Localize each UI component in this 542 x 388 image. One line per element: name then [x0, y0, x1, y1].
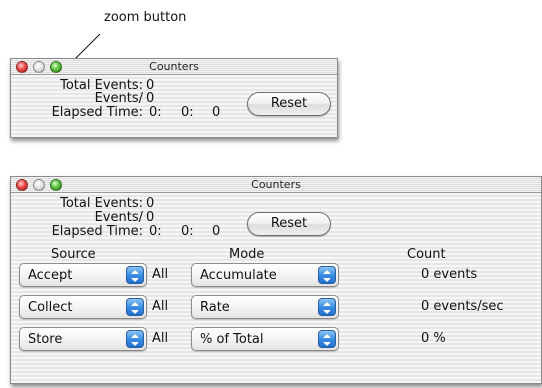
reset-button[interactable]: Reset [247, 92, 331, 116]
column-header-mode: Mode [229, 247, 265, 262]
total-events-value: 0 [146, 196, 155, 211]
source-all-label: All [152, 331, 169, 346]
title-bar[interactable]: Counters [11, 59, 337, 75]
count-value: 0 events/sec [421, 299, 504, 314]
title-bar[interactable]: Counters [11, 177, 541, 193]
source-popup-store[interactable]: Store [19, 327, 147, 351]
mode-popup-value: % of Total [200, 332, 264, 347]
mode-popup-percent-of-total[interactable]: % of Total [191, 327, 339, 351]
count-value: 0 events [421, 267, 478, 282]
source-popup-value: Accept [28, 268, 73, 283]
window-title: Counters [149, 60, 199, 73]
mode-popup-accumulate[interactable]: Accumulate [191, 263, 339, 287]
elapsed-minutes: 0: [181, 105, 194, 120]
column-header-count: Count [407, 247, 446, 262]
source-popup-collect[interactable]: Collect [19, 295, 147, 319]
source-popup-value: Store [28, 332, 63, 347]
source-popup-accept[interactable]: Accept [19, 263, 147, 287]
source-popup-value: Collect [28, 300, 73, 315]
column-header-source: Source [51, 247, 96, 262]
mode-popup-rate[interactable]: Rate [191, 295, 339, 319]
popup-arrows-icon [318, 330, 336, 348]
counters-window-small: Counters Total Events: 0 Events/ 0 Elaps… [10, 58, 338, 138]
elapsed-seconds: 0 [212, 105, 221, 120]
popup-arrows-icon [318, 298, 336, 316]
zoom-button-callout: zoom button [104, 10, 187, 25]
counters-window-large: Counters Total Events: 0 Events/ 0 Elaps… [10, 176, 542, 384]
popup-arrows-icon [126, 266, 144, 284]
reset-button[interactable]: Reset [247, 212, 331, 236]
source-all-label: All [152, 299, 169, 314]
elapsed-hours: 0: [149, 105, 162, 120]
source-all-label: All [152, 267, 169, 282]
popup-arrows-icon [126, 298, 144, 316]
events-per-value: 0 [146, 210, 155, 225]
elapsed-hours: 0: [149, 224, 162, 239]
elapsed-seconds: 0 [212, 224, 221, 239]
elapsed-time-label: Elapsed Time: [51, 224, 143, 239]
popup-arrows-icon [126, 330, 144, 348]
popup-arrows-icon [318, 266, 336, 284]
mode-popup-value: Accumulate [200, 268, 277, 283]
count-value: 0 % [421, 331, 446, 346]
window-title: Counters [251, 178, 301, 191]
mode-popup-value: Rate [200, 300, 230, 315]
events-per-value: 0 [146, 91, 155, 106]
elapsed-time-label: Elapsed Time: [51, 105, 143, 120]
elapsed-minutes: 0: [181, 224, 194, 239]
